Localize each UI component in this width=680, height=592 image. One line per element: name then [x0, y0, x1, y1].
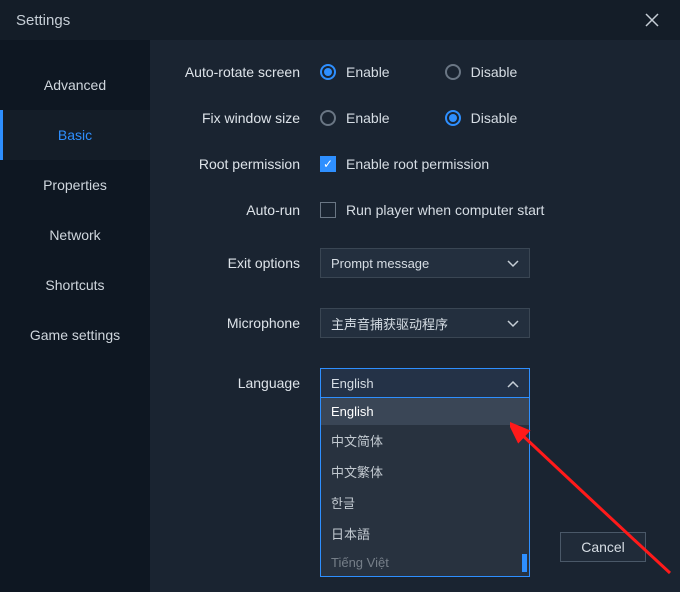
fix-window-disable-radio[interactable]: Disable	[445, 110, 518, 126]
radio-icon	[445, 110, 461, 126]
sidebar-item-properties[interactable]: Properties	[0, 160, 150, 210]
chevron-down-icon	[507, 316, 519, 331]
auto-rotate-label: Auto-rotate screen	[170, 64, 320, 80]
sidebar-item-game-settings[interactable]: Game settings	[0, 310, 150, 360]
sidebar-item-shortcuts[interactable]: Shortcuts	[0, 260, 150, 310]
chevron-down-icon	[507, 256, 519, 271]
sidebar-item-network[interactable]: Network	[0, 210, 150, 260]
chevron-up-icon	[507, 376, 519, 391]
close-icon[interactable]	[640, 8, 664, 32]
microphone-label: Microphone	[170, 315, 320, 331]
sidebar: Advanced Basic Properties Network Shortc…	[0, 40, 150, 592]
radio-icon	[320, 64, 336, 80]
fix-window-enable-radio[interactable]: Enable	[320, 110, 390, 126]
language-dropdown: English 中文简体 中文繁体 한글 日本語 Tiếng Việt	[320, 398, 530, 577]
language-option-vietnamese[interactable]: Tiếng Việt	[321, 549, 529, 576]
window-title: Settings	[16, 12, 70, 29]
auto-run-checkbox[interactable]: Run player when computer start	[320, 202, 544, 218]
auto-run-label: Auto-run	[170, 202, 320, 218]
language-label: Language	[170, 375, 320, 391]
titlebar: Settings	[0, 0, 680, 40]
content: Auto-rotate screen Enable Disable Fix wi…	[150, 40, 680, 592]
fix-window-label: Fix window size	[170, 110, 320, 126]
root-permission-checkbox[interactable]: ✓ Enable root permission	[320, 156, 489, 172]
sidebar-item-advanced[interactable]: Advanced	[0, 60, 150, 110]
microphone-select[interactable]: 主声音捕获驱动程序	[320, 308, 530, 338]
auto-rotate-enable-radio[interactable]: Enable	[320, 64, 390, 80]
language-option-english[interactable]: English	[321, 398, 529, 425]
root-permission-label: Root permission	[170, 156, 320, 172]
language-option-korean[interactable]: 한글	[321, 487, 529, 518]
language-option-zh-traditional[interactable]: 中文繁体	[321, 456, 529, 487]
language-select[interactable]: English	[320, 368, 530, 398]
radio-icon	[320, 110, 336, 126]
radio-icon	[445, 64, 461, 80]
language-option-japanese[interactable]: 日本語	[321, 518, 529, 549]
check-icon	[320, 202, 336, 218]
check-icon: ✓	[320, 156, 336, 172]
cancel-button[interactable]: Cancel	[560, 532, 646, 562]
sidebar-item-basic[interactable]: Basic	[0, 110, 150, 160]
exit-options-select[interactable]: Prompt message	[320, 248, 530, 278]
scrollbar-thumb[interactable]	[522, 554, 527, 572]
auto-rotate-disable-radio[interactable]: Disable	[445, 64, 518, 80]
language-option-zh-simplified[interactable]: 中文简体	[321, 425, 529, 456]
exit-options-label: Exit options	[170, 255, 320, 271]
